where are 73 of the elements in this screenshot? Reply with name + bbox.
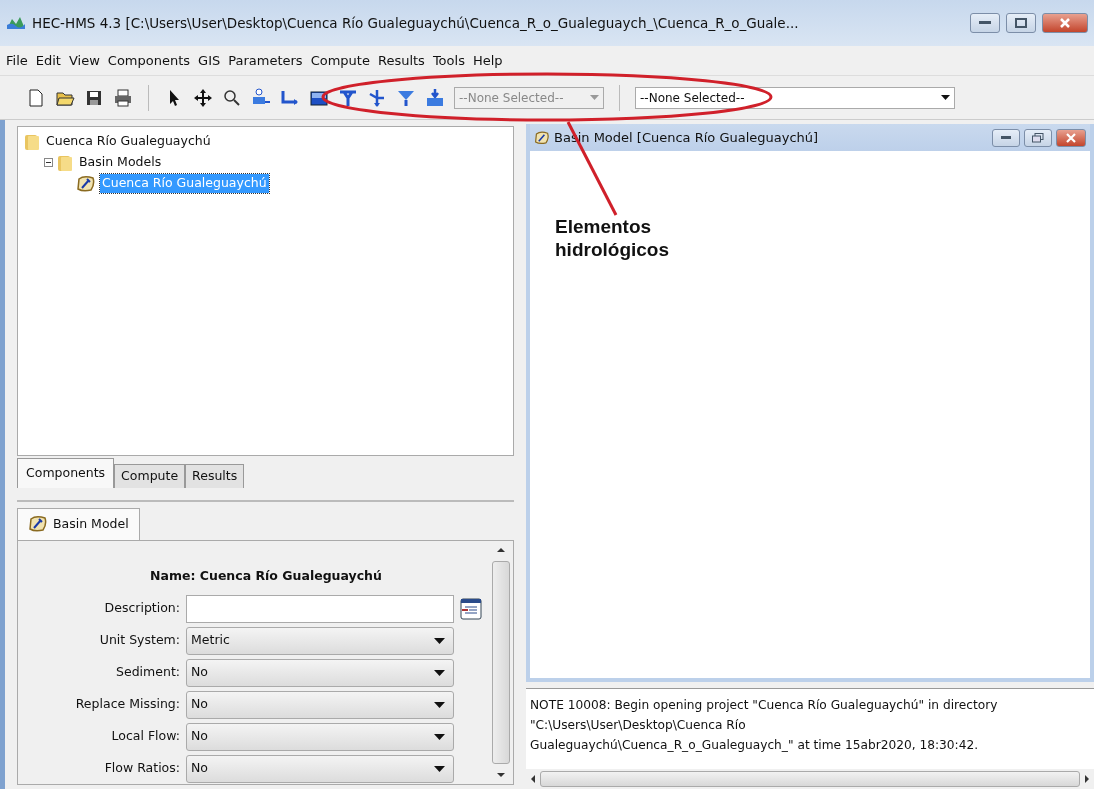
minimize-button[interactable] <box>970 13 1000 33</box>
close-icon <box>1059 17 1071 29</box>
folder-icon <box>24 132 40 151</box>
folder-icon <box>57 153 73 172</box>
close-button[interactable] <box>1056 128 1086 147</box>
move-icon[interactable] <box>193 87 213 108</box>
dropdown[interactable]: No <box>186 754 454 783</box>
scrollbar-thumb[interactable] <box>540 771 1080 787</box>
menu-item[interactable]: Results <box>373 48 429 73</box>
toolbar-dropdown[interactable]: --None Selected-- <box>635 86 955 109</box>
dropdown[interactable]: No <box>186 658 454 687</box>
scroll-right-icon[interactable] <box>1084 774 1090 784</box>
new-file-icon[interactable] <box>26 87 46 108</box>
basin-model-icon <box>76 174 96 193</box>
log-line: NOTE 10008: Begin opening project "Cuenca Río Gualeguaychú" in directory <box>530 697 999 714</box>
edit-text-icon[interactable] <box>460 597 482 620</box>
dropdown[interactable]: No <box>186 690 454 719</box>
close-button[interactable] <box>1042 13 1088 33</box>
sink-icon[interactable] <box>425 87 445 108</box>
name-label: Name: Cuenca Río Gualeguaychú <box>149 567 383 586</box>
maximize-button[interactable] <box>1006 13 1036 33</box>
zoom-icon[interactable] <box>222 87 242 108</box>
field-label: Replace Missing: <box>74 695 180 714</box>
dropdown[interactable]: No <box>186 722 454 751</box>
caret-icon <box>434 701 445 708</box>
menu-item[interactable]: GIS <box>194 48 225 73</box>
menu-item[interactable]: File <box>2 48 32 73</box>
scrollbar-thumb[interactable] <box>492 560 510 764</box>
window-title: HEC-HMS 4.3 [C:\Users\User\Desktop\Cuenca Río Gualeguaychú\Cuenca_R_o_Gualeguaych_\Cuenca_R_o_Guale... <box>32 13 800 33</box>
caret-icon <box>434 669 445 676</box>
tab[interactable]: Components <box>17 458 115 488</box>
caret-icon <box>590 95 599 100</box>
diversion-icon[interactable] <box>367 87 387 108</box>
minimize-icon <box>979 21 991 25</box>
caret-icon <box>434 765 445 772</box>
menu-item[interactable]: Components <box>103 48 195 73</box>
log-line: "C:\Users\User\Desktop\Cuenca Río <box>530 717 747 734</box>
printer-icon[interactable] <box>113 87 133 108</box>
menu-item[interactable]: Tools <box>428 48 469 73</box>
close-icon <box>1066 132 1076 143</box>
menu-item[interactable]: Compute <box>306 48 374 73</box>
annotation-label: Elementos hidrológicos <box>555 215 670 261</box>
caret-icon <box>941 95 950 100</box>
menu-item[interactable]: Parameters <box>224 48 307 73</box>
scroll-left-icon[interactable] <box>530 774 536 784</box>
caret-icon <box>434 637 445 644</box>
menu-item[interactable]: View <box>64 48 104 73</box>
basin-model-icon <box>28 515 48 534</box>
field-label: Sediment: <box>115 663 180 682</box>
tree-item[interactable]: Basin Models <box>77 153 164 172</box>
minimize-button[interactable] <box>992 128 1020 147</box>
scroll-down-icon[interactable] <box>496 772 506 778</box>
tree-item[interactable]: Cuenca Río Gualeguaychú <box>44 132 213 151</box>
basin-model-icon <box>534 129 550 146</box>
minimize-icon <box>1001 135 1011 140</box>
input-field[interactable] <box>186 594 454 623</box>
restore-button[interactable] <box>1024 128 1052 147</box>
field-label: Unit System: <box>98 631 180 650</box>
restore-icon <box>1032 132 1044 143</box>
menu-item[interactable]: Edit <box>31 48 65 73</box>
tab[interactable]: Results <box>185 464 245 488</box>
field-label: Local Flow: <box>110 727 180 746</box>
maximize-icon <box>1015 18 1027 28</box>
field-label: Flow Ratios: <box>103 759 180 778</box>
log-line: Gualeguaychú\Cuenca_R_o_Gualeguaych_" at time 15abr2020, 18:30:42. <box>530 737 980 754</box>
collapse-icon[interactable] <box>44 158 53 167</box>
tab[interactable]: Compute <box>114 464 186 488</box>
menu-item[interactable]: Help <box>468 48 507 73</box>
scroll-up-icon[interactable] <box>496 546 506 553</box>
field-label: Description: <box>103 599 180 618</box>
basin-model-tab[interactable]: Basin Model <box>17 508 140 540</box>
caret-icon <box>434 733 445 740</box>
dropdown[interactable]: Metric <box>186 626 454 655</box>
